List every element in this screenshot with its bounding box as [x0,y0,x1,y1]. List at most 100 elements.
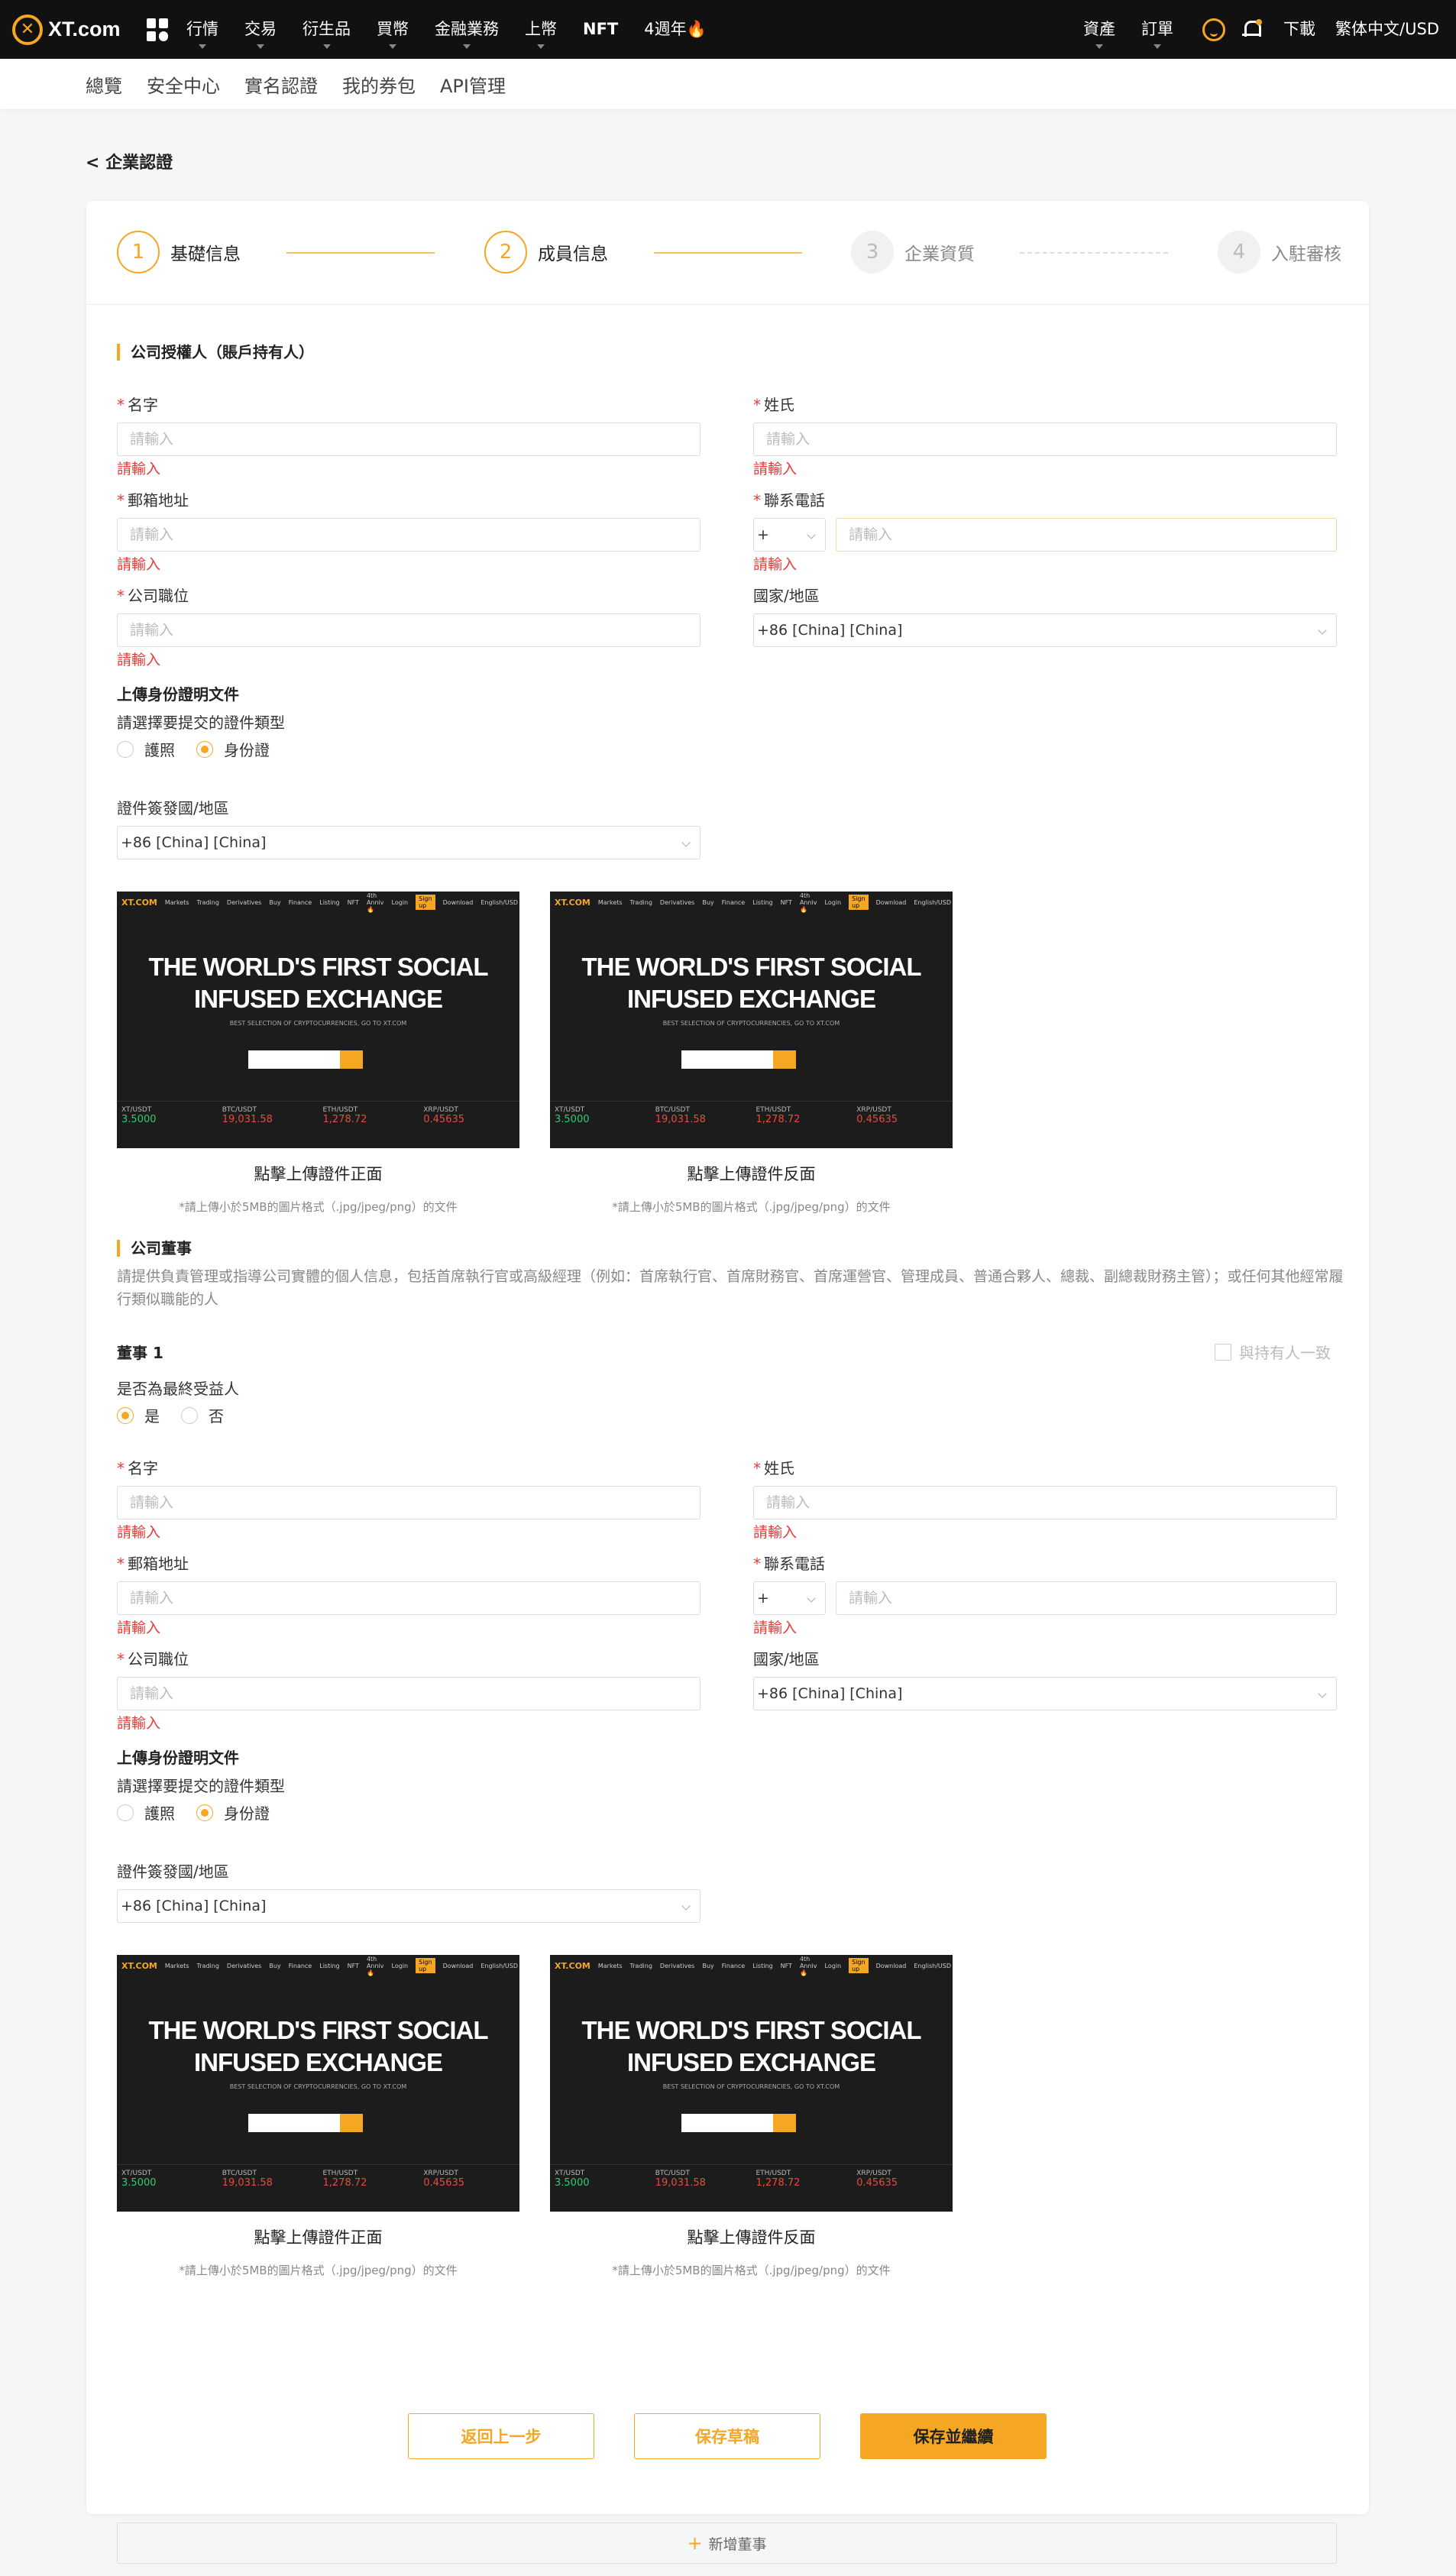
phone-input[interactable]: 請輸入 [836,518,1337,552]
upload-label: 點擊上傳證件反面 [687,2228,816,2247]
preview-tickers: XT/USDT 3.5000 BTC/USDT 19,031.58 ETH/USDT 1,… [550,2164,953,2212]
preview-headline-line: INFUSED EXCHANGE [626,2048,876,2076]
radio-id-card[interactable] [196,740,213,758]
director-phone-error: 請輸入 [753,1620,798,1636]
ticker-price: 0.45635 [856,1114,898,1125]
subnav-api[interactable]: API管理 [440,71,506,98]
director-address-input[interactable]: 請輸入 [117,1581,700,1615]
phone-prefix-select[interactable]: + [753,518,826,552]
chevron-down-icon [1318,626,1327,635]
nav-item-download[interactable]: 下載 [1283,0,1315,59]
director-upload-id-front[interactable]: XT.COM Markets Trading Derivatives Buy Finan… [117,1955,519,2278]
radio-passport[interactable] [117,1804,134,1821]
chevron-down-icon [389,44,396,49]
preview-nav-item: NFT [347,1962,359,1969]
upload-hint: *請上傳小於5MB的圖片格式（.jpg/jpeg/png）的文件 [179,1200,458,1214]
director-last-name-input[interactable]: 請輸入 [753,1486,1337,1519]
label-text: 姓氏 [764,1459,794,1477]
bell-icon[interactable] [1242,18,1263,40]
nav-item-label: NFT [583,20,619,38]
subnav-kyc[interactable]: 實名認證 [244,71,318,98]
subnav-security[interactable]: 安全中心 [147,71,220,98]
preview-nav-item: NFT [347,898,359,906]
save-draft-button[interactable]: 保存草稿 [634,2413,820,2459]
nav-item-buy[interactable]: 買幣 [377,0,409,59]
save-continue-button[interactable]: 保存並繼續 [860,2413,1047,2459]
subnav-overview[interactable]: 總覽 [86,71,122,98]
section-title-owner: 公司授權人（賬戶持有人） [117,344,314,361]
back-button[interactable]: 返回上一步 [408,2413,594,2459]
required-mark: * [753,1459,761,1477]
add-director-button[interactable]: + 新增董事 [117,2523,1337,2564]
director-first-name-label: * 名字 [117,1456,158,1478]
apps-grid-icon[interactable] [147,18,170,41]
upload-label: 點擊上傳證件正面 [254,1165,383,1183]
preview-nav-item: 4th Anniv🔥 [799,1955,817,1976]
last-name-label: * 姓氏 [753,393,794,415]
preview-ticker: ETH/USDT 1,278.72 [319,1102,419,1148]
upload-id-front[interactable]: XT.COM Markets Trading Derivatives Buy Finan… [117,892,519,1215]
director-country-select[interactable]: +86 [China] [China] [753,1677,1337,1710]
nav-item-trade[interactable]: 交易 [244,0,277,59]
required-mark: * [117,587,125,605]
ticker-pair: XT/USDT [121,1106,152,1114]
nav-item-label: 4週年🔥 [644,20,707,38]
nav-item-finance[interactable]: 金融業務 [435,0,499,59]
director-first-name-input[interactable]: 請輸入 [117,1486,700,1519]
radio-id-card[interactable] [196,1804,213,1821]
issuer-select[interactable]: +86 [China] [China] [117,826,700,859]
preview-nav-item: Finance [721,898,746,906]
last-name-input[interactable]: 請輸入 [753,422,1337,456]
ticker-price: 3.5000 [555,1114,590,1125]
nav-item-nft[interactable]: NFT [583,0,618,59]
director-position-input[interactable]: 請輸入 [117,1677,700,1710]
preview-tickers: XT/USDT 3.5000 BTC/USDT 19,031.58 ETH/USDT 1,… [117,1101,519,1148]
subnav-coupons[interactable]: 我的券包 [342,71,416,98]
address-error: 請輸入 [117,556,161,573]
step-3: 3 企業資質 [851,231,975,273]
address-label: * 郵箱地址 [117,488,189,510]
nav-item-markets[interactable]: 行情 [186,0,218,59]
radio-no[interactable] [181,1406,198,1424]
position-input[interactable]: 請輸入 [117,613,700,647]
preview-ticker: XRP/USDT 0.45635 [852,1102,953,1148]
director-phone-prefix-select[interactable]: + [753,1581,826,1615]
label-text: 名字 [128,1459,158,1477]
required-mark: * [117,396,125,414]
nav-item-orders[interactable]: 訂單 [1141,0,1173,59]
country-select[interactable]: +86 [China] [China] [753,613,1337,647]
preview-nav-item: Listing [752,898,773,906]
first-name-input[interactable]: 請輸入 [117,422,700,456]
director-upload-id-back[interactable]: XT.COM Markets Trading Derivatives Buy Finan… [550,1955,953,2278]
preview-nav-item: Derivatives [659,898,695,906]
director-phone-input[interactable]: 請輸入 [836,1581,1337,1615]
address-input[interactable]: 請輸入 [117,518,700,552]
director-issuer-select[interactable]: +86 [China] [China] [117,1889,700,1923]
back-link[interactable]: < 企業認證 [86,149,173,173]
preview-nav-item: Markets [597,898,623,906]
nav-item-label: 上幣 [525,20,557,38]
nav-item-language[interactable]: 繁体中文/USD [1335,0,1439,59]
preview-nav-item: Listing [319,898,340,906]
radio-passport[interactable] [117,740,134,758]
id-front-preview: XT.COM Markets Trading Derivatives Buy Finan… [117,892,519,1148]
preview-nav-item: Buy [269,898,281,906]
upload-id-back[interactable]: XT.COM Markets Trading Derivatives Buy Finan… [550,892,953,1215]
preview-download: Download [442,1962,474,1969]
preview-ticker: ETH/USDT 1,278.72 [319,2165,419,2212]
first-name-label: * 名字 [117,393,158,415]
stepper: 1 基礎信息 2 成員信息 3 企業資質 4 入駐審核 [86,201,1369,305]
nav-item-assets[interactable]: 資產 [1083,0,1115,59]
checkbox[interactable] [1215,1343,1231,1361]
user-icon[interactable] [1202,18,1226,41]
nav-item-anniversary[interactable]: 4週年🔥 [644,0,707,59]
ticker-price: 1,278.72 [322,1114,367,1125]
logo[interactable]: ✕ XT.com [12,14,130,45]
nav-item-listing[interactable]: 上幣 [525,0,557,59]
director-address-label: * 郵箱地址 [117,1552,189,1574]
radio-yes[interactable] [117,1406,134,1424]
ubo-radio-group: 是 否 [117,1404,245,1426]
nav-item-derivatives[interactable]: 衍生品 [303,0,351,59]
same-as-owner-checkbox[interactable]: 與持有人一致 [1215,1341,1331,1363]
chevron-down-icon [322,44,331,49]
